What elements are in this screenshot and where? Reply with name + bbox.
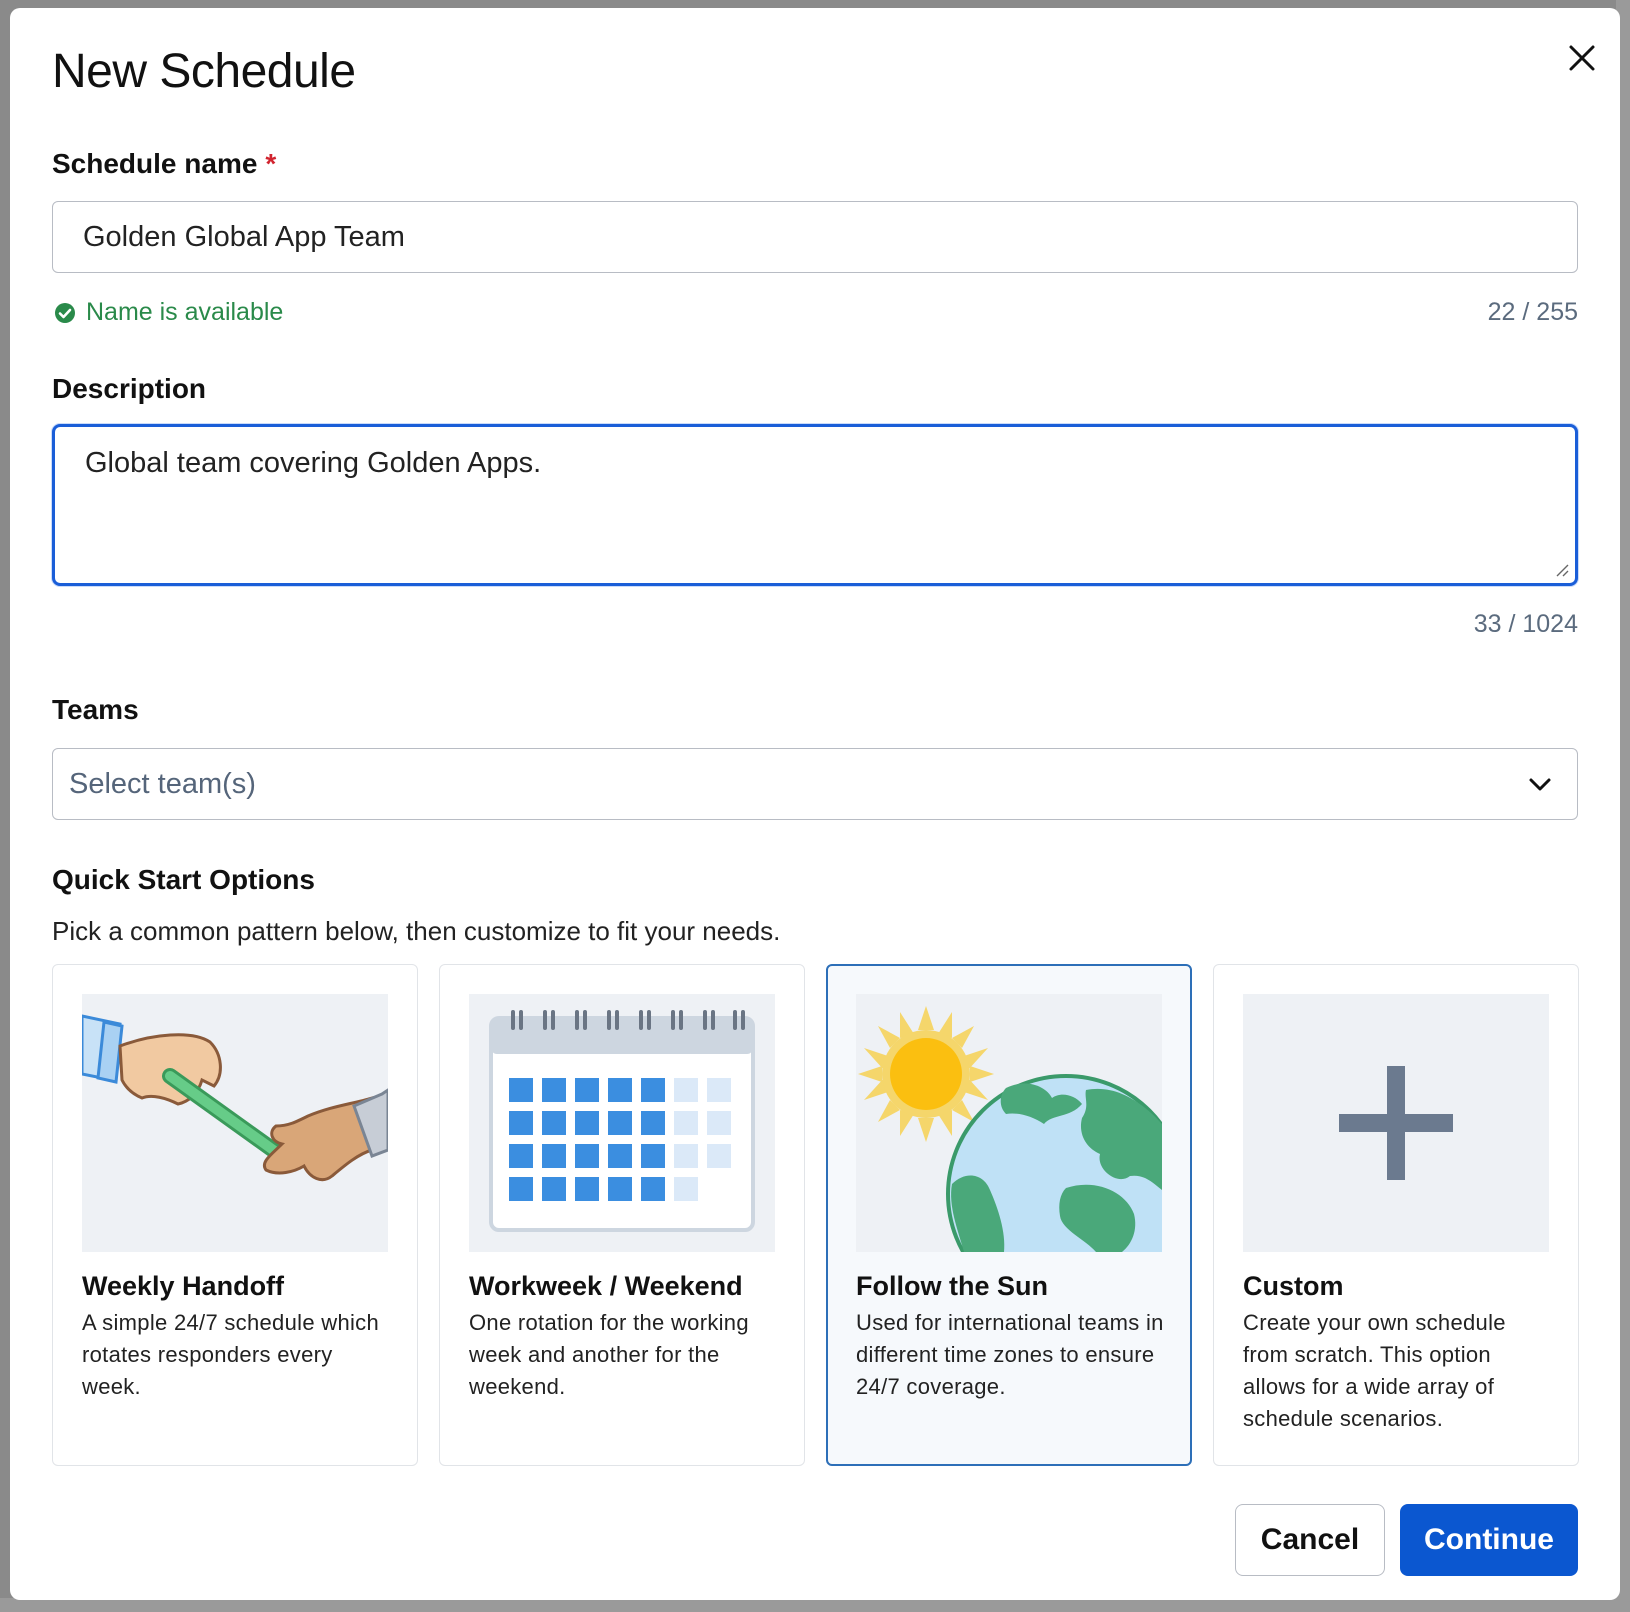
plus-icon [1243,994,1549,1252]
option-description: Create your own schedule from scratch. T… [1243,1310,1506,1431]
new-schedule-dialog: New Schedule Schedule name * Golden Globa… [10,8,1620,1600]
schedule-name-char-count: 22 / 255 [1487,298,1578,326]
backdrop-bottom [0,1598,1630,1612]
resize-handle-icon[interactable] [1555,563,1569,577]
cancel-button[interactable]: Cancel [1235,1504,1385,1576]
option-card-weekly-handoff[interactable]: Weekly Handoff A simple 24/7 schedule wh… [52,964,418,1466]
option-card-custom[interactable]: Custom Create your own schedule from scr… [1213,964,1579,1466]
option-title: Weekly Handoff [82,1271,285,1301]
description-textarea[interactable]: Global team covering Golden Apps. [52,424,1578,586]
option-card-workweek-weekend[interactable]: Workweek / Weekend One rotation for the … [439,964,805,1466]
name-available-status: Name is available [54,298,283,327]
teams-select[interactable]: Select team(s) [52,748,1578,820]
option-title: Custom [1243,1271,1344,1301]
baton-handoff-icon [82,994,388,1252]
option-title: Workweek / Weekend [469,1271,743,1301]
option-card-follow-the-sun[interactable]: Follow the Sun Used for international te… [826,964,1192,1466]
sun-globe-icon [856,994,1162,1252]
option-description: Used for international teams in differen… [856,1310,1164,1399]
schedule-name-label: Schedule name * [52,148,276,180]
name-available-text: Name is available [86,298,284,326]
calendar-icon [469,994,775,1252]
option-description: One rotation for the working week and an… [469,1310,749,1399]
check-circle-icon [55,302,75,323]
continue-button[interactable]: Continue [1400,1504,1578,1576]
quick-start-subtitle: Pick a common pattern below, then custom… [52,916,781,946]
description-label: Description [52,373,207,404]
teams-placeholder: Select team(s) [69,768,256,800]
close-icon [1569,45,1595,71]
required-mark: * [265,148,277,179]
dialog-title: New Schedule [52,45,356,98]
close-button[interactable] [1558,34,1606,82]
option-title: Follow the Sun [856,1271,1048,1301]
teams-label: Teams [52,694,139,725]
quick-start-heading: Quick Start Options [52,864,315,895]
description-char-count: 33 / 1024 [1473,610,1578,638]
option-description: A simple 24/7 schedule which rotates res… [82,1310,380,1399]
schedule-name-label-text: Schedule name [52,148,258,179]
chevron-down-icon [1529,778,1551,791]
schedule-name-input[interactable]: Golden Global App Team [52,201,1578,273]
description-text: Global team covering Golden Apps. [85,447,542,479]
